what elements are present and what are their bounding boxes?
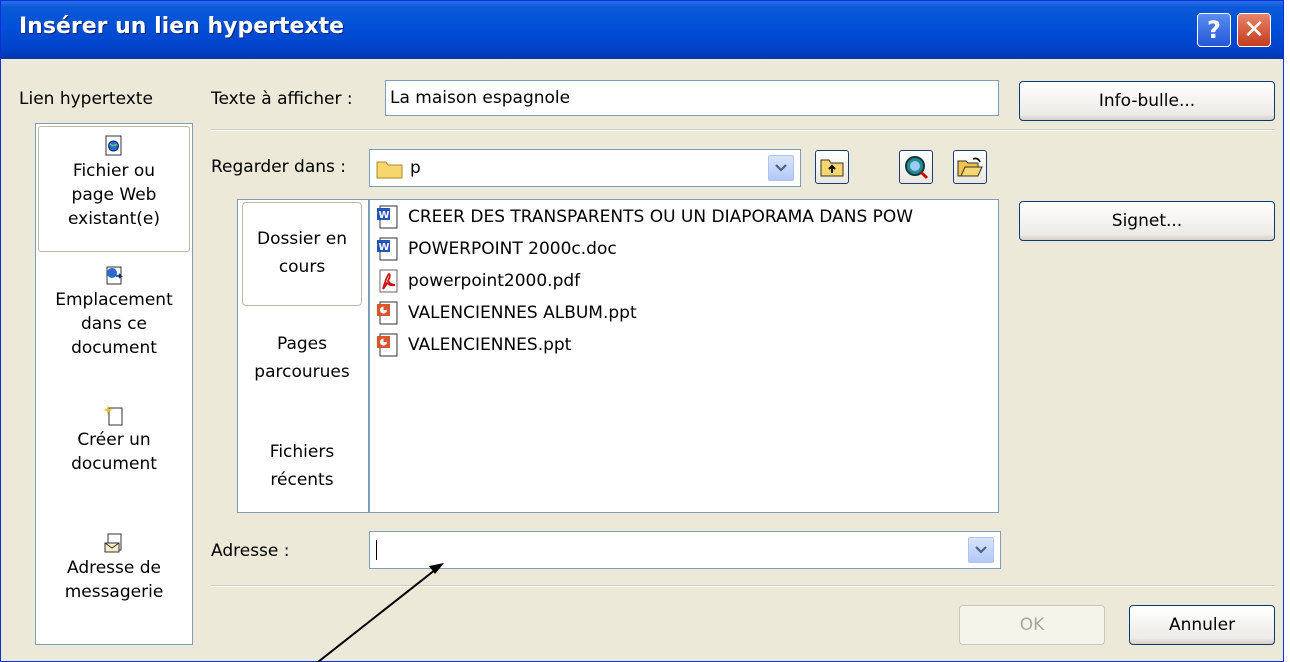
annotation-arrow: [317, 563, 444, 662]
